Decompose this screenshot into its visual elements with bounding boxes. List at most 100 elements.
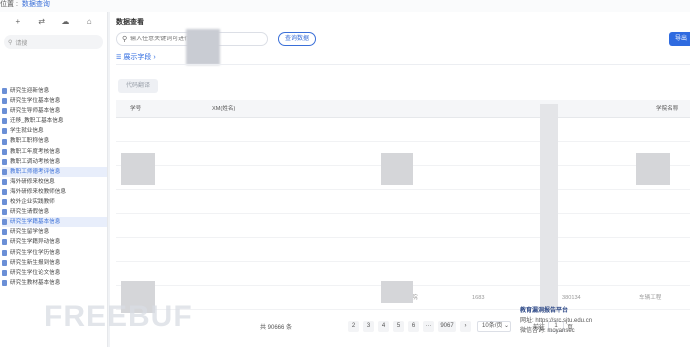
page-2[interactable]: 2	[348, 320, 360, 332]
search-icon: ⚲	[8, 39, 13, 46]
add-icon[interactable]: +	[13, 17, 23, 27]
sidebar-list: 研究生迎新信息研究生学位基本信息 研究生导师基本信息 迁移_教职工基本信息 学生就业信…	[0, 86, 107, 288]
sidebar-item[interactable]: 海外研修来校信息	[2, 177, 107, 187]
redacted-block	[186, 29, 220, 65]
document-icon	[2, 148, 7, 155]
sidebar-item[interactable]: 研究生导师基本信息	[2, 106, 107, 116]
report-site: 网址: https://src.sjtu.edu.cn	[520, 318, 593, 324]
sidebar-item[interactable]: 教职工师德考评信息	[2, 166, 107, 177]
filter-icon: ☰	[116, 55, 122, 61]
sidebar-item-label: 教职工师德考评信息	[10, 168, 61, 175]
sidebar-item[interactable]: 研究生留学信息	[2, 227, 107, 237]
page-ellipsis[interactable]: ···	[423, 320, 435, 332]
main-panel: 数据查看 ⚲ 查询数据 导出 ☰展示字段 › 代码翻译 学号 XM(姓名) 学院…	[110, 12, 690, 347]
sidebar-item[interactable]: 学生就业信息	[2, 126, 107, 136]
sidebar-item-label: 研究生留学信息	[10, 229, 50, 236]
sidebar-item[interactable]: 校外企业实践教师	[2, 197, 107, 207]
sidebar-item[interactable]: 研究生迎新信息	[2, 86, 107, 96]
table-row[interactable]	[116, 118, 690, 142]
database-icon[interactable]: ⌂	[84, 17, 94, 27]
table-row[interactable]	[116, 214, 690, 238]
table-row[interactable]	[116, 238, 690, 262]
document-icon	[2, 199, 7, 206]
divider	[116, 64, 690, 65]
sidebar-item-label: 研究生请假信息	[10, 209, 50, 216]
sidebar-item[interactable]: 教职工调动考核信息	[2, 157, 107, 167]
page-3[interactable]: 3	[363, 320, 375, 332]
sidebar: + ⇄ ☁ ⌂ ⚲ 请搜 研究生迎新信息研究生学位基本信息 研究生导师基本信息 迁移…	[0, 12, 108, 347]
document-icon	[2, 269, 7, 276]
sidebar-item-label: 研究生学位基本信息	[10, 98, 61, 105]
column-header-college[interactable]: 学院名称	[656, 100, 678, 118]
document-icon	[2, 229, 7, 236]
document-icon	[2, 158, 7, 165]
document-icon	[2, 168, 7, 175]
code-translate-tab[interactable]: 代码翻译	[118, 79, 158, 93]
sidebar-item-label: 研究生学位论文信息	[10, 269, 61, 276]
show-fields-label: 展示字段	[123, 54, 152, 61]
column-header-name[interactable]: XM(姓名)	[212, 100, 235, 118]
sidebar-item[interactable]: 研究生请假信息	[2, 207, 107, 217]
report-wechat: 微信咨询: moyansec	[520, 328, 575, 334]
sidebar-item[interactable]: 研究生学位论文信息	[2, 268, 107, 278]
sidebar-blurred-area	[0, 52, 107, 86]
swap-icon[interactable]: ⇄	[37, 17, 47, 27]
document-icon	[2, 279, 7, 286]
document-icon	[2, 98, 7, 105]
sidebar-item-label: 研究生新生报到信息	[10, 259, 61, 266]
sidebar-item[interactable]: 研究生学籍基本信息	[2, 217, 107, 228]
location-label: 位置 :	[0, 1, 18, 8]
page-5[interactable]: 5	[393, 320, 405, 332]
sidebar-item[interactable]: 研究生学籍异动信息	[2, 237, 107, 247]
redacted-block	[381, 281, 413, 303]
sidebar-search-placeholder: 请搜	[15, 40, 28, 47]
sidebar-item-label: 研究生学籍异动信息	[10, 239, 61, 246]
document-icon	[2, 138, 7, 145]
cloud-icon[interactable]: ☁	[60, 17, 70, 27]
sidebar-toolbar: + ⇄ ☁ ⌂	[0, 12, 107, 32]
page-last[interactable]: 9067	[438, 320, 457, 332]
document-icon	[2, 188, 7, 195]
table-row[interactable]	[116, 190, 690, 214]
page-4[interactable]: 4	[378, 320, 390, 332]
document-icon	[2, 249, 7, 256]
sidebar-item[interactable]: 研究生学位学历信息	[2, 248, 107, 258]
sidebar-item[interactable]: 海外研修来校教师信息	[2, 187, 107, 197]
sidebar-item[interactable]: 教职工职称信息	[2, 136, 107, 146]
redacted-block	[636, 153, 670, 185]
query-button[interactable]: 查询数据	[278, 32, 316, 46]
total-count: 共 90666 条	[260, 324, 293, 331]
sidebar-item[interactable]: 研究生学位基本信息	[2, 96, 107, 106]
breadcrumb-link[interactable]: 数据查询	[22, 1, 50, 8]
chevron-down-icon: ⌄	[504, 322, 510, 329]
sidebar-item[interactable]: 迁移_教职工基本信息	[2, 116, 107, 126]
document-icon	[2, 259, 7, 266]
sidebar-item-label: 海外研修来校信息	[10, 178, 55, 185]
sidebar-search-input[interactable]: ⚲ 请搜	[4, 35, 103, 49]
page: 位置 : 数据查询 + ⇄ ☁ ⌂ ⚲ 请搜 研究生迎新信息 研究生学位基本信息研…	[0, 0, 690, 347]
data-table: 学号 XM(姓名) 学院名称 汽车工程学院 1683 380134 车辆工程	[116, 100, 690, 310]
sidebar-item-label: 海外研修来校教师信息	[10, 188, 66, 195]
report-platform-info: 教育漏洞报告平台 网址: https://src.sjtu.edu.cn 微信咨…	[520, 306, 592, 336]
sidebar-item-label: 教职工年度考核信息	[10, 148, 61, 155]
sidebar-item-label: 研究生教材基本信息	[10, 279, 61, 286]
document-icon	[2, 178, 7, 185]
page-6[interactable]: 6	[408, 320, 420, 332]
column-header-student-id[interactable]: 学号	[130, 100, 141, 118]
chevron-right-icon: ›	[153, 54, 156, 61]
top-breadcrumb: 位置 : 数据查询	[0, 0, 690, 12]
sidebar-item[interactable]: 研究生教材基本信息	[2, 278, 107, 288]
next-page-icon[interactable]: ›	[460, 320, 472, 332]
sidebar-item[interactable]: 研究生新生报到信息	[2, 258, 107, 268]
export-button[interactable]: 导出	[669, 32, 690, 46]
page-size-select[interactable]: 10条/页 ⌄	[477, 320, 512, 332]
page-size-value: 10条/页	[482, 322, 503, 329]
show-fields-toggle[interactable]: ☰ 展示字段 ›	[116, 52, 156, 62]
document-icon	[2, 219, 7, 226]
document-icon	[2, 209, 7, 216]
search-icon: ⚲	[122, 36, 128, 43]
table-header: 学号 XM(姓名) 学院名称	[116, 100, 690, 118]
sidebar-item-label: 教职工职称信息	[10, 138, 50, 145]
redacted-column	[540, 104, 558, 312]
sidebar-item[interactable]: 教职工年度考核信息	[2, 147, 107, 157]
